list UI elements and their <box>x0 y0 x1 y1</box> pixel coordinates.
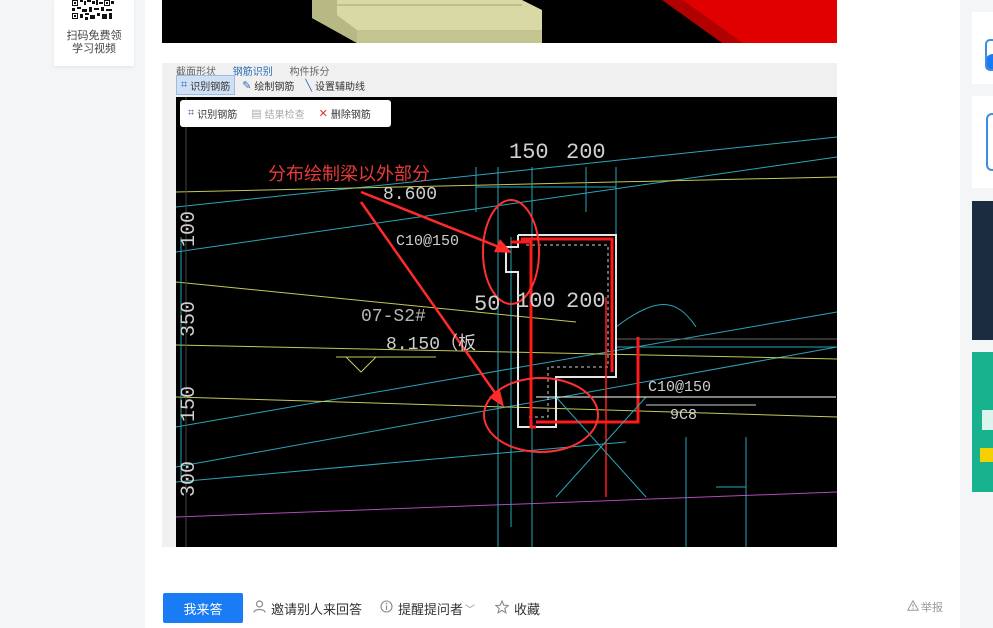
qr-caption-line1: 扫码免费领 <box>66 30 122 42</box>
dim-300-vert: 300 <box>178 460 201 497</box>
invite-answer-action[interactable]: 邀请别人来回答 <box>253 599 362 618</box>
qr-caption: 扫码免费领 学习视频 <box>54 30 134 56</box>
dim-200: 200 <box>566 140 606 165</box>
cad-float-delete-button: ✕ 删除钢筋 <box>319 106 371 121</box>
rebar-9c8: 9C8 <box>670 407 698 424</box>
label-07-s2: 07-S2# <box>361 307 426 327</box>
info-circle-icon <box>380 600 393 616</box>
elev-8600: 8.600 <box>383 185 438 205</box>
cad-annotation-text: 分布绘制梁以外部分 <box>268 164 430 185</box>
report-label: 举报 <box>921 602 943 614</box>
rebar-c10-150-a: C10@150 <box>396 233 460 250</box>
dim-150-vert: 150 <box>178 385 201 422</box>
cad-float-check-button: ▤ 结果检查 <box>251 106 304 121</box>
invite-answer-label: 邀请别人来回答 <box>271 601 363 617</box>
cad-float-delete-label: 删除钢筋 <box>330 110 371 121</box>
collect-action[interactable]: 收藏 <box>494 599 541 618</box>
remind-asker-label: 提醒提问者 <box>398 601 464 617</box>
star-icon <box>494 599 510 617</box>
answer-image-3d-render[interactable] <box>162 0 837 43</box>
cad-identify-rebar-button: ⌗ 识别钢筋 <box>176 75 236 95</box>
rebar-identify-icon: ⌗ <box>188 107 195 119</box>
elev-8150: 8.150（板 <box>386 335 477 355</box>
dim-200-inner: 200 <box>566 289 606 314</box>
aux-line-icon: ╲ <box>305 79 313 92</box>
qr-code-image <box>63 0 125 24</box>
rebar-identify-icon: ⌗ <box>181 78 188 91</box>
qr-promo-card[interactable]: 扫码免费领 学习视频 <box>54 0 134 66</box>
chevron-down-icon: ﹀ <box>465 604 476 616</box>
qr-caption-line2: 学习视频 <box>72 43 116 55</box>
sidebar-card-1[interactable] <box>972 12 993 84</box>
cad-aux-line-label: 设置辅助线 <box>315 81 366 93</box>
answer-actions-bar: 我来答 邀请别人来回答 提醒提问者 ﹀ 收藏 举报 <box>163 593 953 623</box>
report-action[interactable]: 举报 <box>906 599 943 615</box>
cad-floating-toolbar: ⌗ 识别钢筋 ▤ 结果检查 ✕ 删除钢筋 <box>180 100 391 127</box>
dim-50: 50 <box>474 292 501 317</box>
collect-label: 收藏 <box>514 601 541 617</box>
check-result-icon: ▤ <box>251 108 262 120</box>
cad-tabs: 截面形状 钢筋识别 构件拆分 <box>176 63 344 78</box>
cad-toolbar: ⌗ 识别钢筋 ✎ 绘制钢筋 ╲ 设置辅助线 <box>176 75 372 95</box>
rebar-draw-icon: ✎ <box>242 79 252 92</box>
answer-button[interactable]: 我来答 <box>163 593 243 623</box>
cad-identify-rebar-label: 识别钢筋 <box>190 81 231 93</box>
sidebar-card-3[interactable] <box>972 201 993 340</box>
warning-icon <box>906 599 920 614</box>
dim-350-vert: 350 <box>178 300 201 337</box>
cad-canvas: 分布绘制梁以外部分 150 200 8.600 C10@150 100 350 … <box>176 97 837 547</box>
remind-asker-action[interactable]: 提醒提问者 ﹀ <box>380 599 475 618</box>
delete-rebar-icon: ✕ <box>318 108 328 120</box>
cad-float-identify-button: ⌗ 识别钢筋 <box>188 106 237 121</box>
rebar-c10-150-b: C10@150 <box>648 379 712 396</box>
right-sidebar <box>972 0 993 628</box>
cad-float-identify-label: 识别钢筋 <box>197 110 238 121</box>
dim-150: 150 <box>509 140 549 165</box>
sidebar-card-2[interactable] <box>972 96 993 188</box>
cad-aux-line-button: ╲ 设置辅助线 <box>301 76 369 94</box>
person-icon <box>253 600 266 616</box>
sidebar-card-4[interactable] <box>972 352 993 492</box>
answer-image-cad-screenshot[interactable]: 截面形状 钢筋识别 构件拆分 ⌗ 识别钢筋 ✎ 绘制钢筋 ╲ 设置辅助线 分布绘… <box>162 63 837 547</box>
dim-100: 100 <box>516 289 556 314</box>
cad-float-check-label: 结果检查 <box>264 110 305 121</box>
cad-draw-rebar-button: ✎ 绘制钢筋 <box>238 76 298 94</box>
dim-100-vert: 100 <box>178 210 201 247</box>
cad-draw-rebar-label: 绘制钢筋 <box>254 81 295 93</box>
